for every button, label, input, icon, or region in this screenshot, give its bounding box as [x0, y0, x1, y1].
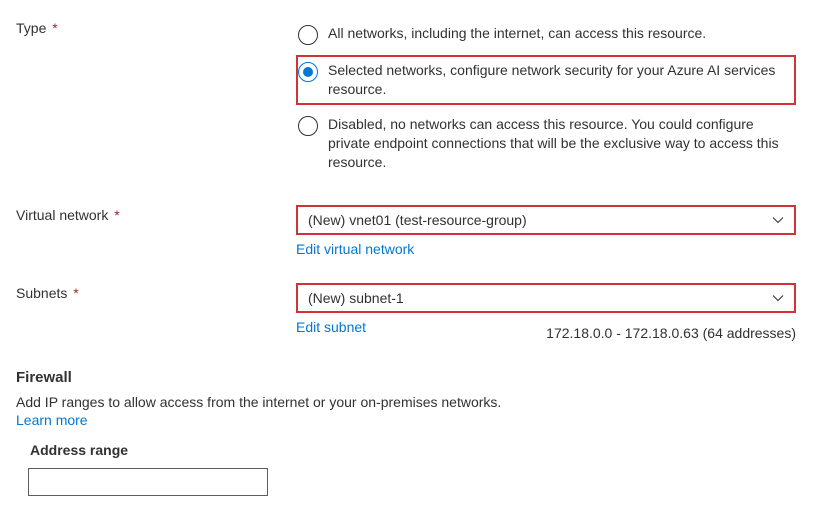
- type-label: Type *: [16, 18, 296, 181]
- type-radio-all-label: All networks, including the internet, ca…: [328, 24, 706, 45]
- chevron-down-icon: [772, 292, 784, 304]
- edit-virtual-network-link[interactable]: Edit virtual network: [296, 241, 414, 257]
- type-radio-selected-label: Selected networks, configure network sec…: [328, 61, 790, 99]
- subnets-label: Subnets *: [16, 283, 296, 341]
- required-asterisk: *: [52, 20, 57, 36]
- type-label-text: Type: [16, 20, 46, 36]
- type-radio-selected[interactable]: Selected networks, configure network sec…: [296, 55, 796, 105]
- required-asterisk: *: [73, 285, 78, 301]
- subnet-ip-info: 172.18.0.0 - 172.18.0.63 (64 addresses): [546, 325, 796, 341]
- type-radio-all[interactable]: All networks, including the internet, ca…: [296, 18, 796, 51]
- firewall-heading: Firewall: [16, 369, 804, 386]
- virtual-network-label-text: Virtual network: [16, 207, 108, 223]
- edit-subnet-link[interactable]: Edit subnet: [296, 319, 366, 341]
- subnets-select[interactable]: (New) subnet-1: [296, 283, 796, 313]
- address-range-label: Address range: [30, 442, 804, 458]
- chevron-down-icon: [772, 214, 784, 226]
- type-radio-disabled-label: Disabled, no networks can access this re…: [328, 115, 790, 172]
- virtual-network-value: (New) vnet01 (test-resource-group): [308, 212, 527, 228]
- required-asterisk: *: [114, 207, 119, 223]
- radio-icon: [298, 116, 318, 136]
- address-range-input[interactable]: [28, 468, 268, 496]
- learn-more-link[interactable]: Learn more: [16, 412, 804, 428]
- type-radio-disabled[interactable]: Disabled, no networks can access this re…: [296, 109, 796, 178]
- subnets-value: (New) subnet-1: [308, 290, 404, 306]
- radio-icon: [298, 25, 318, 45]
- firewall-description: Add IP ranges to allow access from the i…: [16, 394, 804, 410]
- virtual-network-label: Virtual network *: [16, 205, 296, 257]
- virtual-network-select[interactable]: (New) vnet01 (test-resource-group): [296, 205, 796, 235]
- radio-icon-checked: [298, 62, 318, 82]
- subnets-label-text: Subnets: [16, 285, 67, 301]
